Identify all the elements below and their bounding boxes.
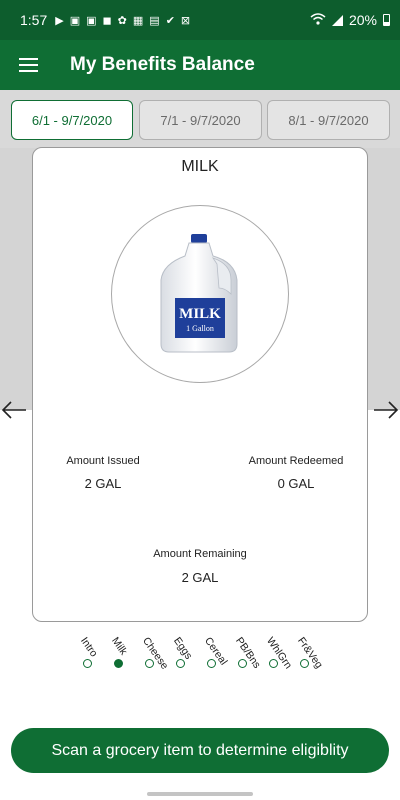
category-label[interactable]: Cheese (140, 635, 171, 672)
scan-item-button[interactable]: Scan a grocery item to determine eligibl… (11, 728, 389, 773)
bag-icon: ◼ (102, 14, 112, 27)
category-label[interactable]: Eggs (171, 635, 195, 661)
category-label[interactable]: Intro (78, 635, 100, 659)
tab-date-range-1[interactable]: 6/1 - 9/7/2020 (11, 100, 133, 140)
hamburger-menu-icon (18, 58, 38, 72)
screen: 1:57 ▶ ▣ ▣ ◼ ✿ ▦ ▤ ✔ ⊠ 20% My Benefits B… (0, 0, 400, 800)
page-title: My Benefits Balance (70, 54, 255, 75)
signal-icon (331, 14, 343, 26)
battery-text: 20% (348, 12, 377, 28)
home-indicator[interactable] (147, 792, 253, 796)
amount-remaining-label: Amount Remaining (153, 548, 247, 560)
category-dot[interactable] (176, 659, 185, 668)
jug-size-text: 1 Gallon (186, 324, 214, 333)
wifi-icon (310, 12, 326, 28)
milk-jug-icon: MILK 1 Gallon (160, 234, 238, 353)
category-label[interactable]: WhlGrn (264, 635, 294, 671)
product-image-circle: MILK 1 Gallon (111, 205, 289, 383)
status-time: 1:57 (20, 12, 48, 28)
category-label[interactable]: Milk (109, 635, 130, 657)
status-bar: 1:57 ▶ ▣ ▣ ◼ ✿ ▦ ▤ ✔ ⊠ 20% (0, 0, 400, 40)
category-dot[interactable] (300, 659, 309, 668)
teams-icon-2: ▣ (86, 14, 97, 27)
pinwheel-icon: ✿ (117, 14, 127, 27)
play-icon: ▶ (55, 14, 64, 27)
tab-date-range-2[interactable]: 7/1 - 9/7/2020 (139, 100, 262, 140)
excel-icon: ⊠ (180, 14, 191, 27)
app-bar: My Benefits Balance (0, 40, 400, 90)
amount-issued-value: 2 GAL (84, 476, 122, 491)
battery-icon (383, 14, 390, 26)
date-range-tabs: 6/1 - 9/7/2020 7/1 - 9/7/2020 8/1 - 9/7/… (0, 90, 400, 148)
category-dot[interactable] (238, 659, 247, 668)
category-dot[interactable] (145, 659, 154, 668)
category-dot[interactable] (114, 659, 123, 668)
amount-issued-label: Amount Issued (66, 455, 140, 467)
next-arrow-icon[interactable] (372, 398, 400, 422)
amount-redeemed-label: Amount Redeemed (248, 455, 344, 467)
amount-remaining-value: 2 GAL (181, 570, 219, 585)
previous-arrow-icon[interactable] (0, 398, 28, 422)
category-dot[interactable] (207, 659, 216, 668)
category-dot[interactable] (83, 659, 92, 668)
image-icon: ▦ (132, 14, 144, 27)
notification-icons: ▶ ▣ ▣ ◼ ✿ ▦ ▤ ✔ ⊠ (55, 14, 190, 27)
card-title: MILK (181, 158, 219, 175)
system-icons: 20% (310, 12, 390, 28)
jug-brand-text: MILK (179, 306, 221, 322)
check-icon: ✔ (165, 14, 175, 27)
amount-redeemed-value: 0 GAL (277, 476, 315, 491)
teams-icon: ▣ (69, 14, 81, 27)
calendar-icon: ▤ (149, 14, 160, 27)
benefit-card: MILK MILK 1 Gallon Amount Issued 2 GAL A… (32, 147, 368, 622)
tab-date-range-3[interactable]: 8/1 - 9/7/2020 (267, 100, 390, 140)
menu-button[interactable] (0, 40, 56, 90)
category-dot[interactable] (269, 659, 278, 668)
